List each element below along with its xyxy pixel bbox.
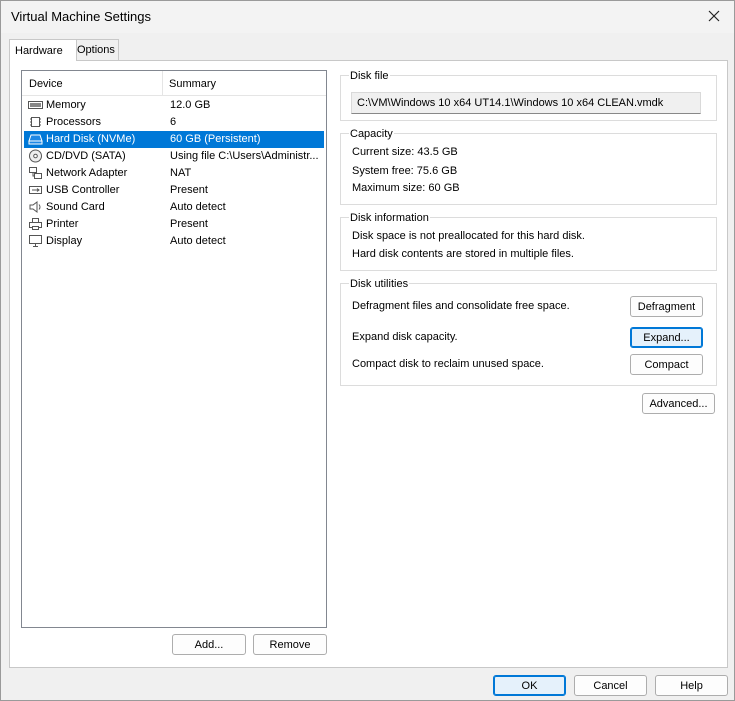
- device-summary: Using file C:\Users\Administr...: [170, 150, 319, 162]
- compact-button[interactable]: Compact: [630, 354, 703, 375]
- expand-button[interactable]: Expand...: [630, 327, 703, 348]
- disk-file-path: C:\VM\Windows 10 x64 UT14.1\Windows 10 x…: [357, 97, 664, 109]
- device-row-memory[interactable]: Memory 12.0 GB: [24, 97, 324, 114]
- device-name: Memory: [46, 99, 86, 111]
- window-title: Virtual Machine Settings: [11, 9, 151, 24]
- device-row-hard-disk[interactable]: Hard Disk (NVMe) 60 GB (Persistent): [24, 131, 324, 148]
- expand-description: Expand disk capacity.: [352, 331, 458, 343]
- compact-description: Compact disk to reclaim unused space.: [352, 358, 544, 370]
- device-name: USB Controller: [46, 184, 120, 196]
- device-summary: 60 GB (Persistent): [170, 133, 261, 145]
- current-size-text: Current size: 43.5 GB: [352, 146, 458, 158]
- usb-icon: [29, 186, 42, 194]
- device-name: CD/DVD (SATA): [46, 150, 126, 162]
- advanced-button[interactable]: Advanced...: [642, 393, 715, 414]
- disk-file-path-field[interactable]: C:\VM\Windows 10 x64 UT14.1\Windows 10 x…: [351, 92, 701, 114]
- printer-icon: [29, 218, 42, 230]
- tab-hardware[interactable]: Hardware: [9, 39, 77, 61]
- device-list[interactable]: Device Summary Memory 12.0 GB Processors…: [21, 70, 327, 628]
- defragment-description: Defragment files and consolidate free sp…: [352, 300, 570, 312]
- device-row-network-adapter[interactable]: Network Adapter NAT: [24, 165, 324, 182]
- device-summary: Auto detect: [170, 235, 226, 247]
- device-summary: Auto detect: [170, 201, 226, 213]
- device-list-header: Device Summary: [22, 71, 326, 96]
- maximum-size-text: Maximum size: 60 GB: [352, 182, 460, 194]
- device-name: Processors: [46, 116, 102, 128]
- device-row-sound-card[interactable]: Sound Card Auto detect: [24, 199, 324, 216]
- tab-options[interactable]: Options: [71, 39, 119, 60]
- ok-button[interactable]: OK: [493, 675, 566, 696]
- device-summary: 12.0 GB: [170, 99, 211, 111]
- network-adapter-icon: [29, 167, 42, 179]
- disk-utilities-label: Disk utilities: [349, 278, 410, 290]
- close-icon: [708, 10, 720, 22]
- disk-information-label: Disk information: [349, 212, 430, 224]
- defragment-button[interactable]: Defragment: [630, 296, 703, 317]
- device-summary: 6: [170, 116, 177, 128]
- device-name: Sound Card: [46, 201, 105, 213]
- device-name: Printer: [46, 218, 79, 230]
- device-name: Network Adapter: [46, 167, 128, 179]
- column-header-summary[interactable]: Summary: [169, 78, 216, 90]
- device-row-printer[interactable]: Printer Present: [24, 216, 324, 233]
- device-name: Display: [46, 235, 83, 247]
- hard-disk-icon: [28, 134, 43, 145]
- cancel-button[interactable]: Cancel: [574, 675, 647, 696]
- device-name: Hard Disk (NVMe): [46, 133, 136, 145]
- disk-information-group: Disk information Disk space is not preal…: [340, 212, 717, 271]
- capacity-label: Capacity: [349, 128, 394, 140]
- cd-dvd-icon: [29, 149, 42, 163]
- processor-icon: [30, 117, 41, 127]
- device-summary: Present: [170, 218, 208, 230]
- disk-information-line-2: Hard disk contents are stored in multipl…: [352, 248, 574, 260]
- system-free-text: System free: 75.6 GB: [352, 165, 458, 177]
- tab-hardware-label: Hardware: [15, 44, 63, 57]
- disk-file-group: Disk file C:\VM\Windows 10 x64 UT14.1\Wi…: [340, 70, 717, 121]
- dialog-window: Virtual Machine Settings Hardware Option…: [0, 0, 735, 701]
- column-header-device[interactable]: Device: [29, 78, 63, 90]
- add-button[interactable]: Add...: [172, 634, 246, 655]
- disk-information-line-1: Disk space is not preallocated for this …: [352, 230, 585, 242]
- title-bar: Virtual Machine Settings: [1, 1, 734, 33]
- device-summary: NAT: [170, 167, 192, 179]
- capacity-group: Capacity Current size: 43.5 GB System fr…: [340, 128, 717, 205]
- device-summary: Present: [170, 184, 208, 196]
- display-icon: [29, 235, 42, 247]
- sound-card-icon: [29, 201, 41, 213]
- help-button[interactable]: Help: [655, 675, 728, 696]
- device-row-display[interactable]: Display Auto detect: [24, 233, 324, 250]
- disk-file-label: Disk file: [349, 70, 390, 82]
- device-row-processors[interactable]: Processors 6: [24, 114, 324, 131]
- device-row-usb-controller[interactable]: USB Controller Present: [24, 182, 324, 199]
- device-row-cd-dvd[interactable]: CD/DVD (SATA) Using file C:\Users\Admini…: [24, 148, 324, 165]
- tab-options-label: Options: [77, 44, 115, 56]
- column-separator[interactable]: [162, 71, 163, 95]
- memory-icon: [28, 101, 43, 109]
- close-button[interactable]: [694, 1, 734, 31]
- remove-button[interactable]: Remove: [253, 634, 327, 655]
